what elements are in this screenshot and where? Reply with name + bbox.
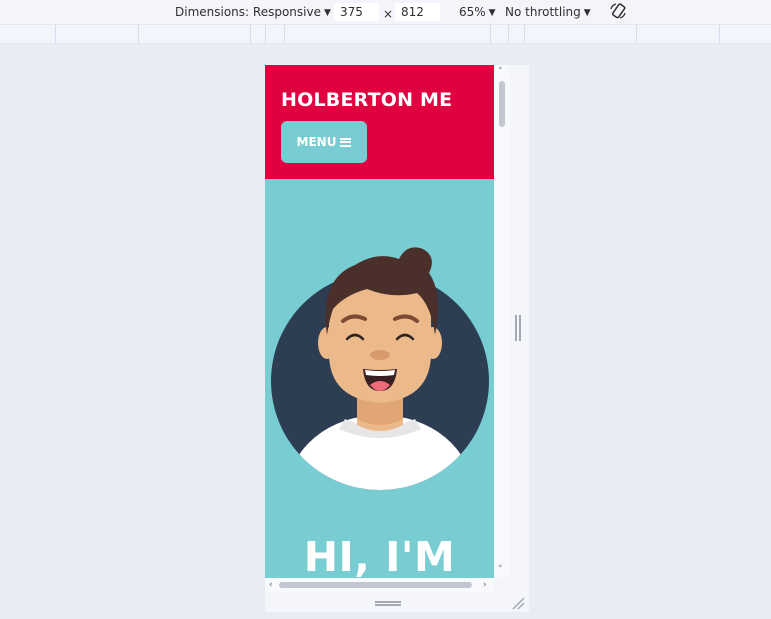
site-title[interactable]: HOLBERTON ME [281,89,452,111]
mq-divider [55,25,56,43]
scroll-up-icon[interactable]: ˄ [498,67,503,77]
caret-down-icon: ▼ [323,8,331,18]
menu-button[interactable]: MENU [281,121,367,163]
mq-divider [508,25,509,43]
mq-divider [138,25,139,43]
caret-down-icon: ▼ [488,8,496,18]
resize-handle-bottom[interactable] [375,601,401,606]
times-symbol: × [383,7,394,21]
dimensions-dropdown[interactable]: Dimensions: Responsive ▼ [175,4,331,21]
resize-handle-right[interactable] [515,315,521,341]
height-input[interactable]: 812 [395,3,440,21]
horizontal-scroll-thumb[interactable] [279,582,472,588]
throttling-dropdown[interactable]: No throttling ▼ [505,4,591,21]
zoom-label: 65% [459,5,486,19]
width-input[interactable]: 375 [334,3,379,21]
site-header: HOLBERTON ME MENU [265,65,494,179]
mq-divider [284,25,285,43]
dimensions-label: Dimensions: Responsive [175,5,321,19]
device-toolbar: Dimensions: Responsive ▼ 375 × 812 65% ▼ N… [0,0,771,24]
vertical-scrollbar[interactable]: ˄ ˅ [494,65,510,578]
scroll-left-icon[interactable]: ‹ [269,580,273,590]
mq-divider [524,25,525,43]
hero-heading: HI, I'M [303,533,456,578]
zoom-dropdown[interactable]: 65% ▼ [459,4,496,21]
throttling-label: No throttling [505,5,581,19]
media-query-bar[interactable] [0,24,771,44]
mq-divider [250,25,251,43]
caret-down-icon: ▼ [583,8,591,18]
hamburger-icon [340,137,352,147]
mq-divider [490,25,491,43]
horizontal-scrollbar[interactable]: ‹ › [265,578,494,592]
rotate-icon[interactable] [608,1,628,21]
scroll-down-icon[interactable]: ˅ [498,565,503,575]
scroll-right-icon[interactable]: › [483,580,487,590]
mq-divider [265,25,266,43]
avatar-illustration [271,247,489,490]
vertical-scroll-thumb[interactable] [499,81,505,127]
resize-corner-icon[interactable] [511,596,525,610]
mq-divider [719,25,720,43]
device-frame: HOLBERTON ME MENU HI, I'M ˄ ˅ ‹ › [265,65,529,612]
mq-divider [636,25,637,43]
menu-label: MENU [296,135,337,149]
page-viewport: HOLBERTON ME MENU HI, I'M [265,65,494,578]
